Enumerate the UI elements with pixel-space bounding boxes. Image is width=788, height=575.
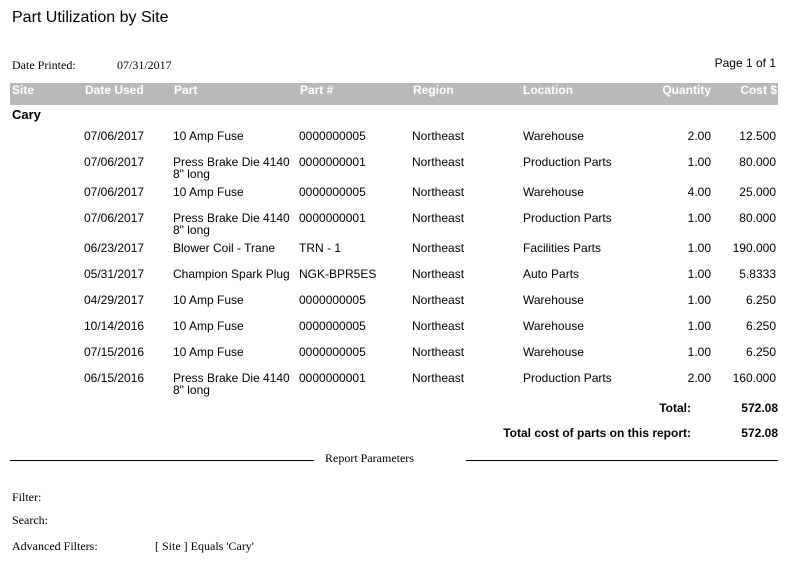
cell-date-used: 07/06/2017: [84, 185, 145, 199]
cell-region: Northeast: [412, 155, 465, 169]
cell-part: 10 Amp Fuse: [173, 293, 244, 307]
filter-label: Filter:: [12, 490, 42, 504]
cell-date-used: 07/15/2016: [84, 345, 145, 359]
cell-part-number: 0000000005: [299, 345, 366, 359]
column-header-part-number: Part #: [300, 83, 334, 97]
cell-part: 10 Amp Fuse: [173, 129, 244, 143]
cell-cost: 25.000: [739, 185, 776, 199]
cell-part-number: NGK-BPR5ES: [299, 267, 377, 281]
advanced-filters-value: [ Site ] Equals 'Cary': [155, 539, 254, 553]
cell-part: Champion Spark Plug: [173, 267, 290, 281]
grand-total-value: 572.08: [741, 426, 778, 440]
cell-date-used: 06/23/2017: [84, 241, 145, 255]
page-number: Page 1 of 1: [714, 56, 776, 70]
cell-cost: 12.500: [739, 129, 776, 143]
cell-part: 10 Amp Fuse: [173, 319, 244, 333]
cell-region: Northeast: [412, 241, 465, 255]
report-parameters-title: Report Parameters: [325, 451, 414, 465]
cell-part-number: 0000000001: [299, 211, 366, 225]
cell-cost: 6.250: [745, 319, 776, 333]
column-header-cost: Cost $: [740, 83, 777, 97]
cell-part-number: TRN - 1: [299, 241, 341, 255]
cell-part: Press Brake Die 4140 8" long: [173, 155, 290, 181]
cell-cost: 6.250: [745, 293, 776, 307]
cell-region: Northeast: [412, 371, 465, 385]
cell-part: 10 Amp Fuse: [173, 185, 244, 199]
cell-date-used: 05/31/2017: [84, 267, 145, 281]
cell-location: Auto Parts: [523, 267, 580, 281]
cell-part: Press Brake Die 4140 8" long: [173, 211, 290, 237]
cell-date-used: 06/15/2016: [84, 371, 145, 385]
site-total-label: Total:: [659, 401, 691, 415]
column-header-date-used: Date Used: [85, 83, 144, 97]
cell-region: Northeast: [412, 129, 465, 143]
site-group-heading: Cary: [12, 107, 41, 122]
column-header-region: Region: [413, 83, 454, 97]
cell-part: 10 Amp Fuse: [173, 345, 244, 359]
cell-location: Warehouse: [523, 293, 584, 307]
column-header-site: Site: [12, 83, 35, 97]
cell-part-number: 0000000001: [299, 155, 366, 169]
cell-location: Facilities Parts: [523, 241, 602, 255]
date-printed-label: Date Printed:: [12, 58, 76, 72]
cell-part-number: 0000000001: [299, 371, 366, 385]
cell-date-used: 07/06/2017: [84, 211, 145, 225]
cell-part-number: 0000000005: [299, 129, 366, 143]
advanced-filters-label: Advanced Filters:: [12, 539, 98, 553]
cell-location: Warehouse: [523, 345, 584, 359]
cell-region: Northeast: [412, 185, 465, 199]
cell-cost: 80.000: [739, 211, 776, 225]
cell-region: Northeast: [412, 319, 465, 333]
cell-cost: 80.000: [739, 155, 776, 169]
cell-location: Warehouse: [523, 129, 584, 143]
cell-region: Northeast: [412, 211, 465, 225]
cell-cost: 5.8333: [739, 267, 776, 281]
site-total-value: 572.08: [741, 401, 778, 415]
column-header-quantity: Quantity: [662, 83, 711, 97]
cell-part-number: 0000000005: [299, 319, 366, 333]
grand-total-label: Total cost of parts on this report:: [503, 426, 691, 440]
cell-cost: 190.000: [732, 241, 776, 255]
cell-part-number: 0000000005: [299, 185, 366, 199]
cell-location: Warehouse: [523, 185, 584, 199]
cell-date-used: 04/29/2017: [84, 293, 145, 307]
cell-part: Blower Coil - Trane: [173, 241, 276, 255]
parameters-divider-right: [466, 460, 778, 461]
report-title: Part Utilization by Site: [12, 9, 169, 26]
cell-cost: 160.000: [732, 371, 776, 385]
cell-region: Northeast: [412, 293, 465, 307]
cell-part: Press Brake Die 4140 8" long: [173, 371, 290, 397]
column-header-part: Part: [174, 83, 198, 97]
date-printed-value: 07/31/2017: [117, 58, 172, 72]
cell-location: Warehouse: [523, 319, 584, 333]
column-header-location: Location: [523, 83, 573, 97]
cell-date-used: 07/06/2017: [84, 155, 145, 169]
cell-region: Northeast: [412, 345, 465, 359]
cell-location: Production Parts: [523, 155, 612, 169]
cell-location: Production Parts: [523, 211, 612, 225]
cell-cost: 6.250: [745, 345, 776, 359]
search-label: Search:: [12, 513, 48, 527]
cell-date-used: 07/06/2017: [84, 129, 145, 143]
cell-region: Northeast: [412, 267, 465, 281]
cell-location: Production Parts: [523, 371, 612, 385]
cell-date-used: 10/14/2016: [84, 319, 145, 333]
parameters-divider-left: [10, 460, 314, 461]
cell-part-number: 0000000005: [299, 293, 366, 307]
